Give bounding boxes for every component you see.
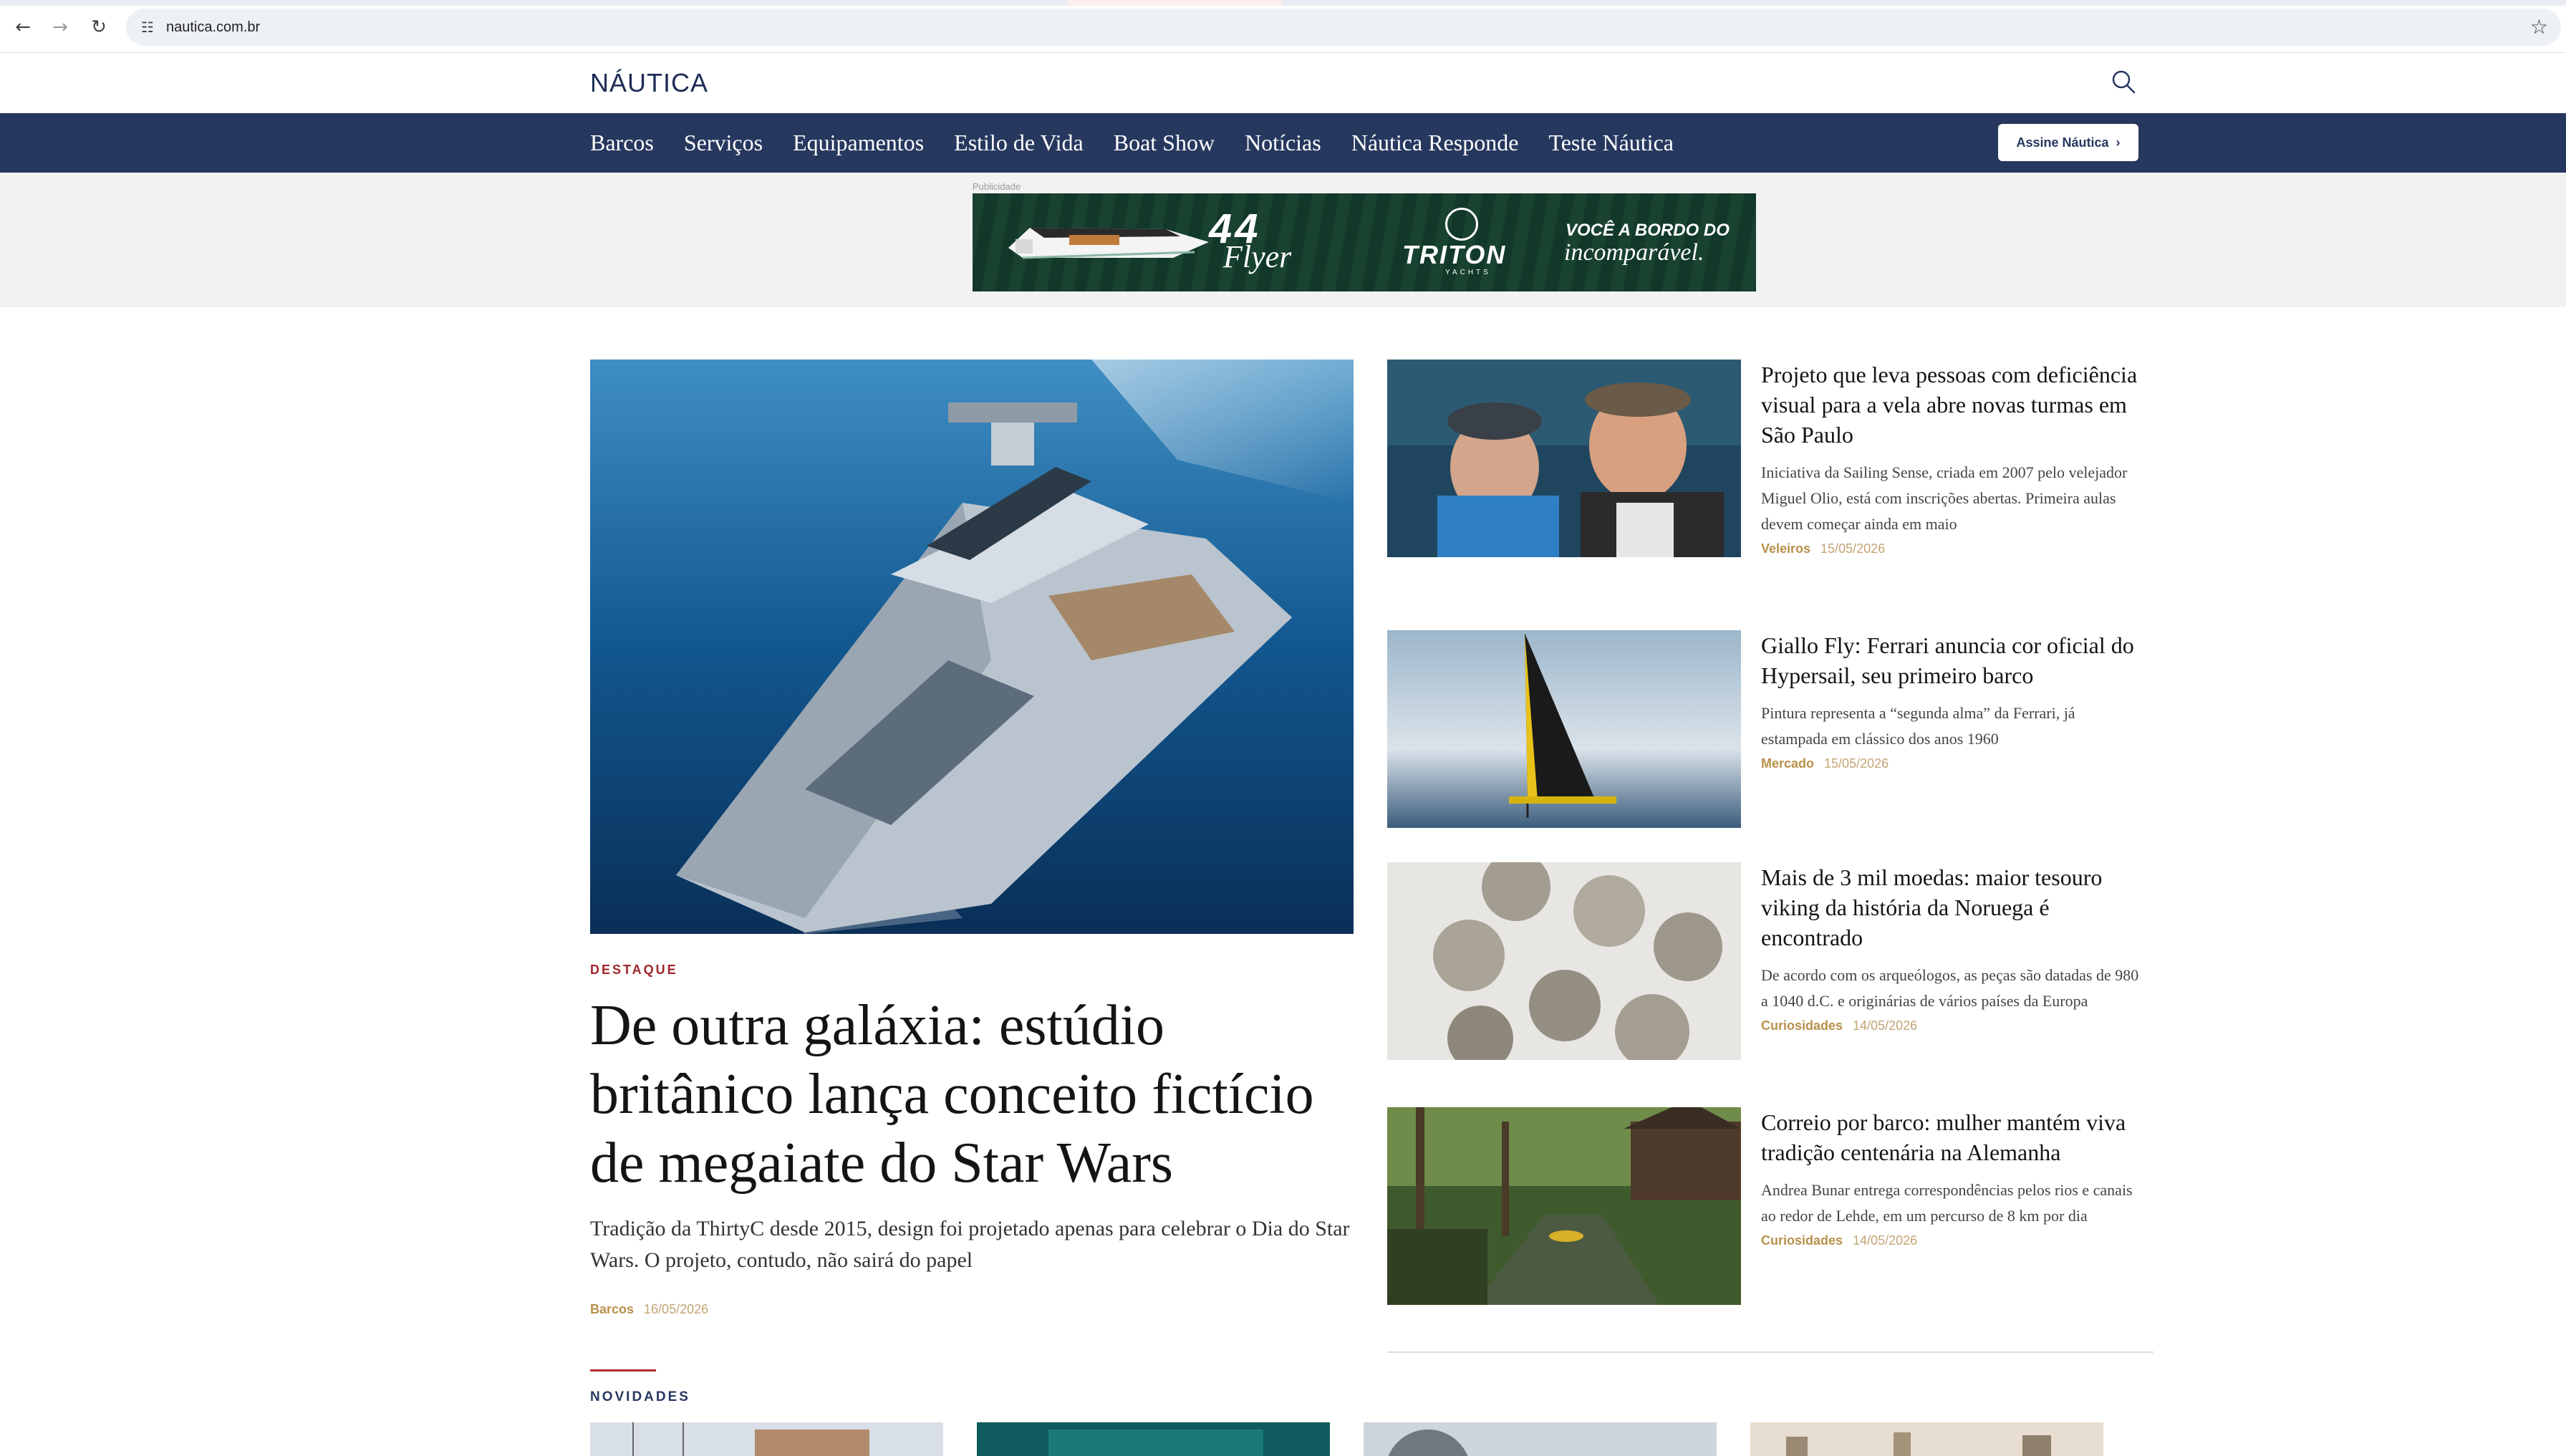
triton-logo-icon [1445, 208, 1478, 241]
nav-item-teste-nautica[interactable]: Teste Náutica [1548, 130, 1674, 156]
main-navigation: Barcos Serviços Equipamentos Estilo de V… [0, 113, 2566, 173]
news-card-thumbnail[interactable] [1750, 1422, 2103, 1456]
article-meta: Mercado 15/05/2026 [1761, 756, 2141, 771]
article-summary: Pintura representa a “segunda alma” da F… [1761, 704, 2075, 748]
article-meta: Curiosidades 14/05/2026 [1761, 1018, 2141, 1033]
section-divider [1387, 1351, 2153, 1353]
tab-strip [0, 0, 2566, 6]
article-date: 14/05/2026 [1853, 1018, 1918, 1033]
ad-area: Publicidade 44 Flyer TRITON YACHTS VOCÊ … [0, 173, 2566, 307]
subscribe-label: Assine Náutica [2016, 135, 2109, 150]
article-summary: De acordo com os arqueólogos, as peças s… [1761, 966, 2139, 1010]
news-card-thumbnail[interactable] [590, 1422, 943, 1456]
ad-brand: TRITON [1402, 240, 1507, 269]
ad-brand-sub: YACHTS [1445, 269, 1491, 276]
featured-category[interactable]: Barcos [590, 1302, 634, 1316]
article-category[interactable]: Veleiros [1761, 541, 1810, 556]
article-category[interactable]: Curiosidades [1761, 1018, 1843, 1033]
ad-tagline-1: VOCÊ A BORDO DO [1566, 221, 1730, 240]
article-date: 14/05/2026 [1853, 1233, 1918, 1248]
ad-model-name: Flyer [1223, 239, 1292, 274]
nav-item-boat-show[interactable]: Boat Show [1114, 130, 1215, 156]
browser-toolbar: ← → ↻ ☷ nautica.com.br ☆ [0, 0, 2566, 53]
ad-label: Publicidade [973, 181, 1021, 192]
article-thumbnail[interactable] [1387, 862, 1741, 1060]
featured-summary: Tradição da ThirtyC desde 2015, design f… [590, 1217, 1350, 1272]
featured-image[interactable] [590, 360, 1354, 934]
url-text[interactable]: nautica.com.br [166, 17, 260, 37]
nav-item-equipamentos[interactable]: Equipamentos [793, 130, 924, 156]
nav-menu: Barcos Serviços Equipamentos Estilo de V… [590, 113, 1704, 173]
featured-meta: Barcos 16/05/2026 [590, 1302, 708, 1317]
nav-item-estilo-de-vida[interactable]: Estilo de Vida [954, 130, 1084, 156]
article-text: Mais de 3 mil moedas: maior tesouro viki… [1761, 862, 2141, 1033]
article-meta: Veleiros 15/05/2026 [1761, 541, 2141, 556]
article-title[interactable]: Giallo Fly: Ferrari anuncia cor oficial … [1761, 630, 2141, 690]
reload-icon[interactable]: ↻ [86, 14, 112, 40]
section-title-novidades: NOVIDADES [590, 1389, 690, 1404]
article-title[interactable]: Projeto que leva pessoas com deficiência… [1761, 360, 2141, 450]
article-title[interactable]: Correio por barco: mulher mantém viva tr… [1761, 1107, 2141, 1167]
subscribe-button[interactable]: Assine Náutica › [1998, 124, 2138, 161]
search-icon[interactable] [2108, 67, 2138, 97]
article-summary: Iniciativa da Sailing Sense, criada em 2… [1761, 463, 2128, 533]
featured-title[interactable]: De outra galáxia: estúdio britânico lanç… [590, 991, 1364, 1197]
article-title[interactable]: Mais de 3 mil moedas: maior tesouro viki… [1761, 862, 2141, 953]
nav-item-nautica-responde[interactable]: Náutica Responde [1351, 130, 1519, 156]
article-date: 15/05/2026 [1824, 756, 1889, 771]
article-thumbnail[interactable] [1387, 630, 1741, 828]
address-bar[interactable]: ☷ nautica.com.br ☆ [126, 9, 2561, 46]
news-card-thumbnail[interactable] [1364, 1422, 1717, 1456]
nav-item-servicos[interactable]: Serviços [684, 130, 763, 156]
article-text: Projeto que leva pessoas com deficiência… [1761, 360, 2141, 556]
forward-icon[interactable]: → [47, 14, 73, 40]
article-text: Correio por barco: mulher mantém viva tr… [1761, 1107, 2141, 1248]
news-card-thumbnail[interactable] [977, 1422, 1330, 1456]
active-tab[interactable] [1067, 0, 1282, 6]
ad-tagline-2: incomparável. [1564, 239, 1704, 266]
article-category[interactable]: Mercado [1761, 756, 1814, 771]
nav-item-barcos[interactable]: Barcos [590, 130, 654, 156]
site-info-icon[interactable]: ☷ [136, 16, 159, 39]
section-accent-line [590, 1369, 656, 1371]
chevron-right-icon: › [2116, 135, 2121, 150]
site-header: NÁUTICA [0, 54, 2566, 113]
ad-banner[interactable]: 44 Flyer TRITON YACHTS VOCÊ A BORDO DO i… [973, 193, 1756, 291]
boat-illustration [1008, 228, 1209, 259]
bookmark-star-icon[interactable]: ☆ [2530, 14, 2548, 40]
article-thumbnail[interactable] [1387, 1107, 1741, 1305]
article-summary: Andrea Bunar entrega correspondências pe… [1761, 1181, 2133, 1225]
nav-item-noticias[interactable]: Notícias [1245, 130, 1321, 156]
article-thumbnail[interactable] [1387, 360, 1741, 557]
featured-kicker: DESTAQUE [590, 963, 678, 977]
featured-date: 16/05/2026 [644, 1302, 709, 1316]
site-logo[interactable]: NÁUTICA [590, 67, 708, 100]
article-meta: Curiosidades 14/05/2026 [1761, 1233, 2141, 1248]
article-category[interactable]: Curiosidades [1761, 1233, 1843, 1248]
article-date: 15/05/2026 [1820, 541, 1886, 556]
article-text: Giallo Fly: Ferrari anuncia cor oficial … [1761, 630, 2141, 771]
back-icon[interactable]: ← [10, 14, 36, 40]
